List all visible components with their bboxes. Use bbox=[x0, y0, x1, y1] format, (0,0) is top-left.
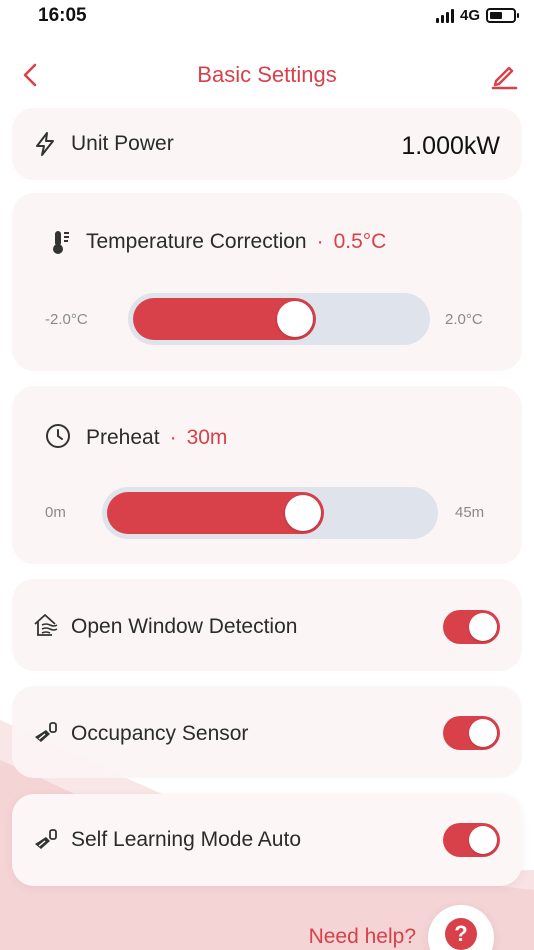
help-area: Need help? ? bbox=[309, 905, 494, 950]
toggle-knob bbox=[469, 826, 497, 854]
unit-power-label: Unit Power bbox=[71, 132, 174, 155]
battery-icon bbox=[486, 8, 519, 23]
separator-dot: · bbox=[316, 230, 324, 253]
open-window-icon bbox=[34, 614, 58, 636]
occupancy-sensor-toggle[interactable] bbox=[443, 716, 500, 750]
temperature-correction-row: Temperature Correction · 0.5°C bbox=[86, 230, 386, 254]
toggle-label: Self Learning Mode Auto bbox=[71, 828, 301, 851]
temperature-correction-slider[interactable] bbox=[128, 293, 430, 345]
edit-button[interactable] bbox=[490, 62, 518, 90]
signal-icon bbox=[435, 8, 454, 23]
toggle-knob bbox=[469, 613, 497, 641]
status-time: 16:05 bbox=[38, 5, 87, 26]
temperature-min-label: -2.0°C bbox=[45, 311, 88, 328]
temperature-correction-label: Temperature Correction bbox=[86, 230, 307, 253]
page-title: Basic Settings bbox=[197, 62, 337, 87]
preheat-min-label: 0m bbox=[45, 504, 66, 521]
lightning-icon bbox=[36, 132, 54, 156]
open-window-detection-toggle[interactable] bbox=[443, 610, 500, 644]
slider-thumb[interactable] bbox=[277, 301, 313, 337]
need-help-link[interactable]: Need help? bbox=[309, 925, 416, 949]
preheat-value: 30m bbox=[186, 426, 228, 449]
self-learning-icon bbox=[35, 829, 57, 849]
pencil-icon bbox=[491, 66, 518, 90]
toggle-knob bbox=[469, 719, 497, 747]
nav-bar: Basic Settings bbox=[0, 52, 534, 100]
occupancy-sensor-icon bbox=[35, 722, 57, 742]
preheat-label: Preheat bbox=[86, 426, 160, 449]
separator-dot: · bbox=[169, 426, 177, 449]
clock-icon bbox=[46, 424, 70, 448]
help-button[interactable]: ? bbox=[428, 905, 494, 950]
unit-power-value: 1.000kW bbox=[401, 132, 500, 160]
self-learning-mode-toggle[interactable] bbox=[443, 823, 500, 857]
toggle-label: Open Window Detection bbox=[71, 615, 298, 638]
toggle-label: Occupancy Sensor bbox=[71, 722, 249, 745]
slider-thumb[interactable] bbox=[285, 495, 321, 531]
temperature-correction-value: 0.5°C bbox=[333, 230, 387, 253]
open-window-detection-card: Open Window Detection bbox=[12, 579, 522, 671]
question-mark-icon: ? bbox=[445, 918, 477, 950]
preheat-slider[interactable] bbox=[102, 487, 438, 539]
temperature-correction-card: Temperature Correction · 0.5°C -2.0°C 2.0°… bbox=[12, 193, 522, 371]
status-indicators: 4G bbox=[435, 7, 519, 24]
status-bar: 16:05 4G bbox=[0, 0, 534, 34]
self-learning-mode-card: Self Learning Mode Auto bbox=[12, 794, 522, 886]
unit-power-card: Unit Power 1.000kW bbox=[12, 108, 522, 180]
preheat-row: Preheat · 30m bbox=[86, 426, 227, 450]
thermometer-icon bbox=[53, 231, 69, 254]
network-type: 4G bbox=[459, 7, 480, 24]
temperature-max-label: 2.0°C bbox=[445, 311, 483, 328]
preheat-card: Preheat · 30m 0m 45m bbox=[12, 386, 522, 564]
occupancy-sensor-card: Occupancy Sensor bbox=[12, 686, 522, 778]
preheat-max-label: 45m bbox=[455, 504, 485, 521]
